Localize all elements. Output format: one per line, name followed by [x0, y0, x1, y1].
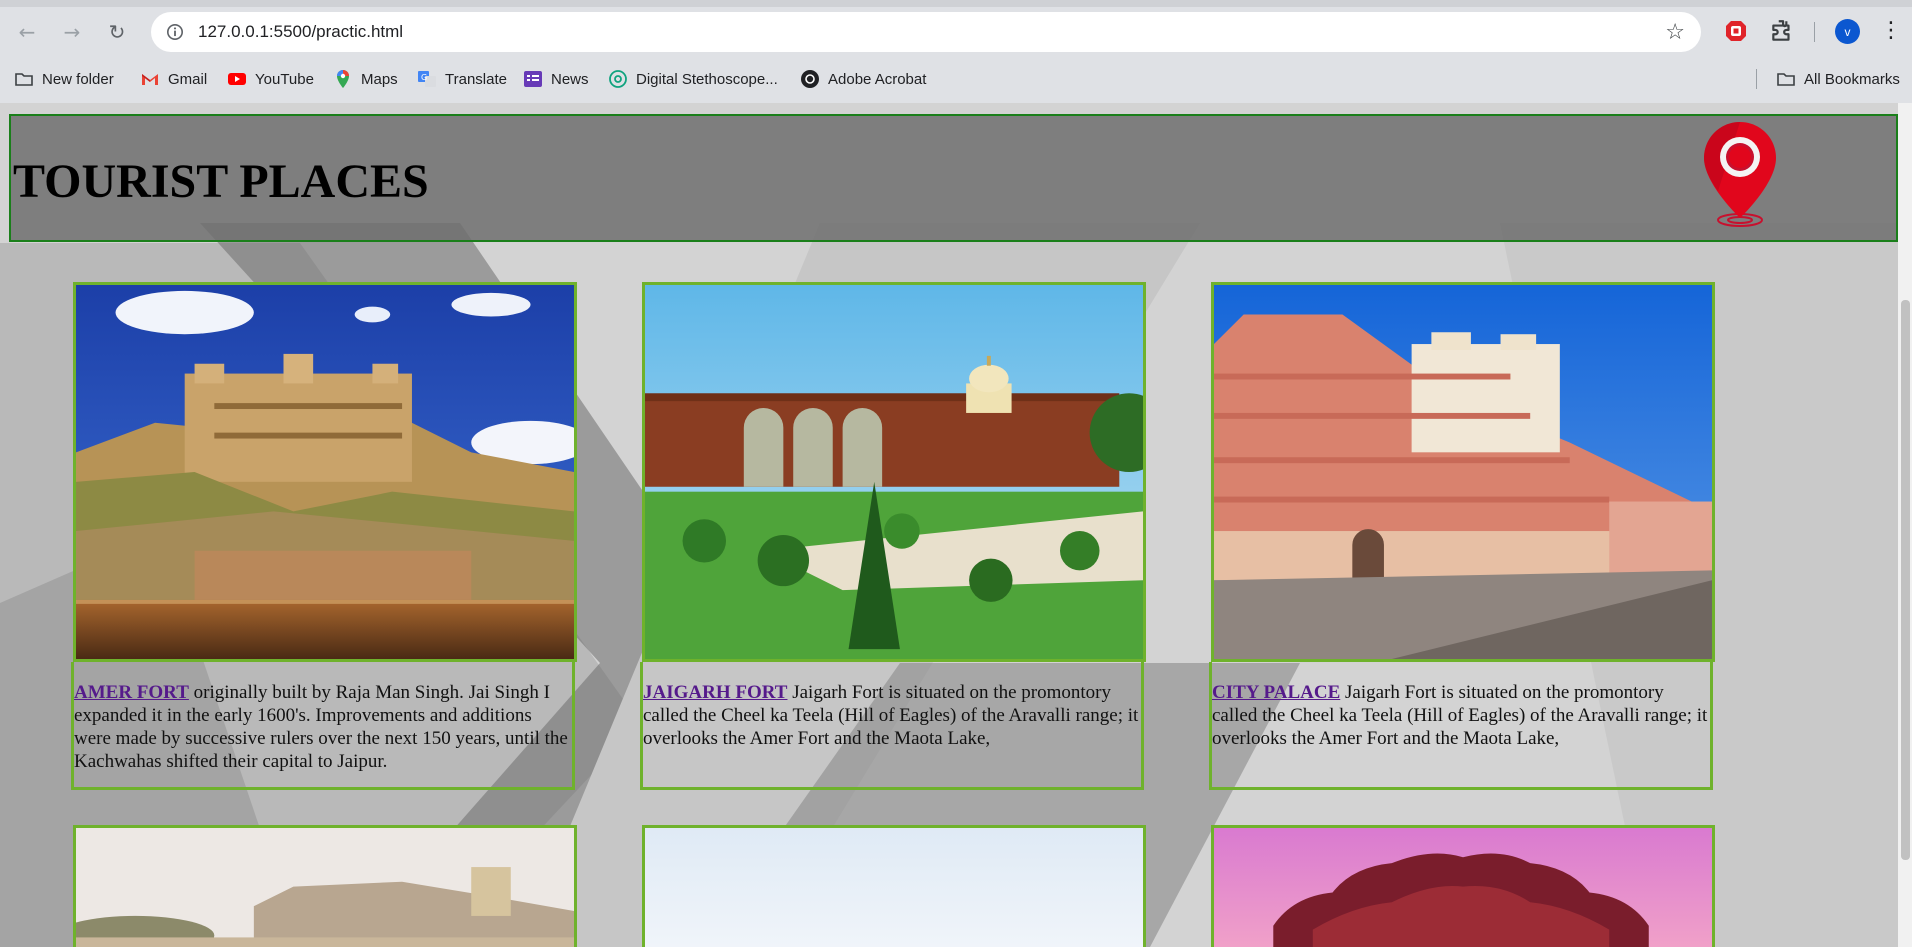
location-pin-icon — [1704, 122, 1776, 227]
amer-fort-photo — [73, 282, 577, 662]
news-icon — [523, 69, 543, 89]
hawa-mahal-photo — [1211, 825, 1715, 947]
bookmark-label: Gmail — [168, 70, 208, 88]
address-bar[interactable]: 127.0.0.1:5500/practic.html ☆ — [151, 12, 1701, 52]
acrobat-icon — [800, 69, 820, 89]
stethoscope-icon — [608, 69, 628, 89]
city-palace-link[interactable]: CITY PALACE — [1212, 682, 1340, 703]
profile-avatar[interactable]: v — [1835, 19, 1860, 44]
bookmark-news[interactable]: News — [523, 63, 589, 95]
bookmark-youtube[interactable]: YouTube — [227, 63, 314, 95]
menu-kebab-icon[interactable]: ⋮ — [1880, 16, 1902, 48]
jaigarh-fort-link[interactable]: JAIGARH FORT — [643, 682, 787, 703]
bookmark-gmail[interactable]: Gmail — [140, 63, 207, 95]
bookmark-label: Adobe Acrobat — [828, 70, 927, 88]
page-header: TOURIST PLACES — [9, 114, 1898, 242]
reload-icon: ↻ — [108, 20, 126, 44]
bookmark-maps[interactable]: Maps — [333, 63, 398, 95]
reload-button[interactable]: ↻ — [101, 16, 133, 48]
bookmark-adobe-acrobat[interactable]: Adobe Acrobat — [800, 63, 926, 95]
youtube-icon — [227, 69, 247, 89]
page-viewport: TOURIST PLACES AMER FORT originally buil… — [0, 103, 1898, 947]
forward-button[interactable]: → — [56, 16, 88, 48]
url-text: 127.0.0.1:5500/practic.html — [198, 22, 404, 41]
bookmark-label: Translate — [445, 70, 507, 88]
bookmark-label: New folder — [42, 70, 114, 88]
bookmarks-separator — [1756, 69, 1757, 89]
bookmark-digital-stethoscope[interactable]: Digital Stethoscope... — [608, 63, 778, 95]
arrow-left-icon: ← — [18, 20, 36, 44]
jaigarh-fort-photo — [642, 282, 1146, 662]
scrollbar-thumb[interactable] — [1901, 300, 1910, 860]
city-palace-description: CITY PALACE Jaigarh Fort is situated on … — [1209, 662, 1713, 790]
page-title: TOURIST PLACES — [13, 155, 429, 208]
bookmark-new-folder[interactable]: New folder — [14, 63, 114, 95]
bookmark-star-icon[interactable]: ☆ — [1665, 20, 1685, 45]
gmail-icon — [140, 69, 160, 89]
all-bookmarks-label: All Bookmarks — [1804, 70, 1900, 88]
bookmark-translate[interactable]: G Translate — [417, 63, 507, 95]
extensions-puzzle-icon[interactable] — [1769, 18, 1795, 44]
toolbar-separator — [1814, 22, 1815, 42]
svg-text:G: G — [421, 73, 427, 82]
amer-fort-link[interactable]: AMER FORT — [74, 682, 189, 703]
folder-icon — [14, 69, 34, 89]
bookmarks-bar: New folder Gmail YouTube Maps G Translat… — [0, 63, 1912, 95]
maps-icon — [333, 69, 353, 89]
all-bookmarks-button[interactable]: All Bookmarks — [1776, 63, 1900, 95]
bookmark-label: YouTube — [255, 70, 314, 88]
translate-icon: G — [417, 69, 437, 89]
hazy-sky-photo — [642, 825, 1146, 947]
extension-red-icon[interactable] — [1724, 19, 1748, 43]
tab-strip — [0, 0, 1912, 7]
jaigarh-fort-description: JAIGARH FORT Jaigarh Fort is situated on… — [640, 662, 1144, 790]
hill-fort-photo — [73, 825, 577, 947]
folder-icon — [1776, 69, 1796, 89]
bookmark-label: Maps — [361, 70, 398, 88]
amer-fort-description: AMER FORT originally built by Raja Man S… — [71, 662, 575, 790]
bookmark-label: Digital Stethoscope... — [636, 70, 778, 88]
back-button[interactable]: ← — [11, 16, 43, 48]
site-info-icon[interactable] — [164, 21, 186, 43]
city-palace-photo — [1211, 282, 1715, 662]
bookmark-label: News — [551, 70, 589, 88]
arrow-right-icon: → — [63, 20, 81, 44]
